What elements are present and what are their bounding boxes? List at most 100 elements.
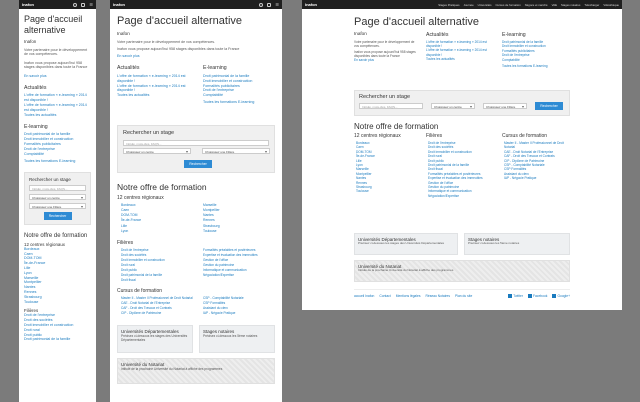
brand-logo[interactable]: Inafon [305,2,317,7]
search-button[interactable]: Rechercher [535,102,563,110]
page-title: Page d'accueil alternative [354,16,480,28]
centres-list-left: Bordeaux Caen DOM-TOM Île-de-France Lille Lyo… [121,203,191,234]
search-title: Rechercher un stage [29,176,71,182]
actualite-item[interactable]: L'offre de formation « e-learning » 2014… [24,103,91,113]
filiere-link[interactable]: Négociation/Expertise [428,194,496,198]
nav-item[interactable]: Stages Pratiques [438,3,459,7]
notariat-block[interactable]: Université du Notariat Intitulé de la pr… [354,260,570,282]
nav-item[interactable]: Négoce et marché [525,3,548,7]
footer-link[interactable]: Contact [379,294,390,298]
search-input[interactable]: Intitulé, mots-clés, FAQS... [29,184,86,191]
intro-text: Votre partenaire pour le développement d… [117,39,216,44]
search-input[interactable]: Intitulé, mots-clés, FAQS... [359,103,423,109]
search-button[interactable]: Rechercher [43,211,72,220]
nav-item[interactable]: VAE [552,3,557,7]
nav-item[interactable]: Télécharger [584,3,599,7]
universites-title: Universités Départementales [121,328,179,334]
location-icon[interactable] [267,2,272,7]
filiere-select[interactable]: Choisissez une Filière [202,147,270,154]
actualite-item[interactable]: L'offre de formation « e-learning » 2014… [426,40,488,48]
nav-item[interactable]: Journée [464,3,474,7]
centres-title: 12 centres régionaux [354,133,401,139]
filieres-list-right: Formalités préalables et postérieures Exp… [203,248,281,278]
nav-item[interactable]: Universités [478,3,492,7]
centres-title: 12 centres régionaux [117,194,164,201]
intro-text: Votre partenaire pour le développement d… [24,47,88,57]
universites-text: Précisez ci-dessous les stages des Unive… [358,241,445,245]
actualites-more-link[interactable]: Toutes les actualités [117,93,195,98]
see-more-link[interactable]: En savoir plus [24,74,91,79]
filiere-link[interactable]: Droit fiscal [121,278,199,283]
cursus-link[interactable]: Master II - Master II Professionnel de D… [121,296,199,301]
user-icon[interactable] [259,2,264,7]
filiere-link[interactable]: Droit patrimonial de la famille [24,337,91,342]
desktop-layout-pane: Inafon Stages Pratiques Journée Université… [302,0,622,310]
elearning-title: E-learning [502,32,526,38]
notariat-text: Intitulé de la prochaine Université du N… [358,268,454,272]
elearning-more-link[interactable]: Toutes les formations E-learning [502,64,568,69]
actualites-more-link[interactable]: Toutes les actualités [24,113,91,118]
googleplus-link[interactable]: Google+ [552,294,570,299]
footer-link[interactable]: Réseau Notaires [425,294,450,298]
actualite-item[interactable]: L'offre de formation « e-learning » 2014… [426,48,488,56]
nav-item[interactable]: Stages notaires [561,3,580,7]
centre-select[interactable]: Choisissez un centre [431,103,475,109]
social-links: Twitter Facebook Google+ [508,294,570,299]
filiere-link[interactable]: Négociation/Expertise [203,273,281,278]
centre-select[interactable]: Choisissez un centre [29,193,86,200]
centre-select[interactable]: Choisissez un centre [123,147,191,154]
filiere-select[interactable]: Choisissez une Filière [483,103,527,109]
footer-link[interactable]: accueil Inafon [354,294,374,298]
actualite-item[interactable]: L'offre de formation « e-learning » 2014… [117,74,195,84]
footer-link[interactable]: Plan du site [455,294,472,298]
facebook-link[interactable]: Facebook [527,294,547,299]
cursus-link[interactable]: CIP - Diplôme de Patrimoine [121,311,199,316]
search-button[interactable]: Rechercher [184,159,212,168]
elearning-item[interactable]: Comptabilité [24,152,91,157]
centre-link[interactable]: Toulouse [24,300,91,305]
see-more-link[interactable]: En savoir plus [354,58,416,63]
filiere-select[interactable]: Choisissez une Filière [29,202,86,209]
cursus-link[interactable]: Master II - Master II Professionnel de D… [504,141,572,150]
user-icon[interactable] [73,2,78,7]
search-panel: Rechercher un stage Intitulé, mots-clés,… [24,171,91,225]
page-title: Page d'accueil alternative [117,15,243,27]
notariat-block[interactable]: Université du Notariat Intitulé de la pr… [117,357,275,384]
twitter-link[interactable]: Twitter [508,294,523,299]
cursus-link[interactable]: IAP - Négocie Pratique [504,176,572,180]
top-bar: Inafon Stages Pratiques Journée Université… [302,0,622,9]
location-icon[interactable] [81,2,86,7]
elearning-more-link[interactable]: Toutes les formations E-learning [203,100,275,105]
universites-block[interactable]: Universités Départementales Précisez ci-… [354,233,458,255]
elearning-more-link[interactable]: Toutes les formations E-learning [24,159,91,164]
universites-block[interactable]: Universités Départementales Précisez ci-… [117,324,193,353]
facebook-icon [527,294,532,299]
see-more-link[interactable]: En savoir plus [117,54,275,59]
nav-item[interactable]: Cursus de formation [496,3,521,7]
elearning-item[interactable]: Comptabilité [502,58,568,62]
brand-logo[interactable]: Inafon [113,2,125,7]
centres-list: Bordeaux Caen DOM-TOM Île-de-France Lille Lyo… [354,141,420,194]
footer-link[interactable]: Mentions légales [396,294,421,298]
actualite-item[interactable]: L'offre de formation « e-learning » 2014… [117,84,195,94]
cursus-title: Cursus de formation [117,287,163,294]
centre-link[interactable]: Lyon [121,229,191,234]
actualites-more-link[interactable]: Toutes les actualités [426,57,488,62]
elearning-title: E-learning [24,124,48,131]
centre-link[interactable]: Toulouse [203,229,273,234]
brand-logo[interactable]: Inafon [22,2,34,7]
cursus-title: Cursus de formation [502,133,548,139]
actualites-title: Actualités [117,64,140,71]
org-name: Inafon [354,31,367,36]
menu-icon[interactable]: ☰ [275,2,279,7]
nav-item[interactable]: Vidéothèque [603,3,619,7]
stages-notaires-block[interactable]: Stages notaires Précisez ci-dessous les … [199,324,275,353]
actualite-item[interactable]: L'offre de formation « e-learning » 2014… [24,93,91,103]
menu-icon[interactable]: ☰ [89,2,93,7]
search-input[interactable]: Intitulé, mots-clés, FAQS... [123,139,269,146]
elearning-item[interactable]: Comptabilité [203,93,275,98]
mobile-layout-pane: Inafon ☰ Page d'accueil alternative Inaf… [19,0,96,402]
cursus-link[interactable]: IAP - Négocie Pratique [203,311,281,316]
stages-notaires-block[interactable]: Stages notaires Précisez ci-dessous les … [464,233,570,255]
centre-link[interactable]: Toulouse [356,189,420,193]
